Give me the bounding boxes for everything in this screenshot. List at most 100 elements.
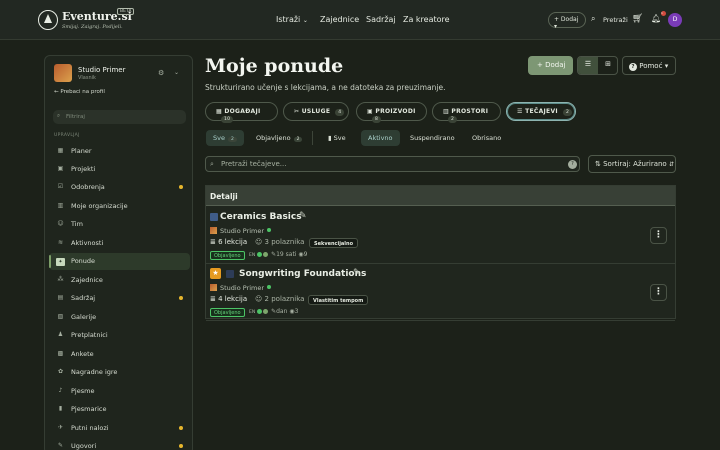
grid-view-icon[interactable]: ⊞ [598,57,618,74]
chevron-down-icon[interactable]: ⌄ [174,69,179,76]
filter-obrisano[interactable]: Obrisano [465,130,508,146]
sidebar-item-putni-nalozi[interactable]: ✈ Putni nalozi [49,420,190,437]
sidebar-item-nagradne-igre[interactable]: ✿ Nagradne igre [49,364,190,381]
gear-icon[interactable]: ⚙ [158,69,164,77]
sidebar-item-zajednice[interactable]: ⁂ Zajednice [49,272,190,289]
content-icon: ▤ [57,294,64,301]
top-header: Eventure.si BETA Smijaj. Zaigraj. Podije… [0,0,720,40]
edit-icon[interactable]: ✎ [353,268,361,278]
cart-icon[interactable]: 🛒︎ [632,14,643,24]
filter-objavljeno[interactable]: Objavljeno 2 [249,130,309,146]
calendar-icon: ▦ [216,108,222,115]
row-menu-button[interactable]: ⋮ [650,227,667,244]
sidebar-item-galerije[interactable]: ▧ Galerije [49,309,190,326]
course-stats: EN ✎19 sati ◉9 [249,251,308,258]
sidebar-item-tim[interactable]: ☺ Tim [49,216,190,233]
nav-sadrzaj[interactable]: Sadržaj [366,15,396,24]
sidebar-item-sadrzaj[interactable]: ▤ Sadržaj [49,290,190,307]
plus-icon: + [537,61,543,69]
users-icon: ☺ [57,220,64,227]
sidebar-item-pjesmarice[interactable]: ▮ Pjesmarice [49,401,190,418]
bell-icon[interactable]: 🔔︎ [651,14,661,23]
sort-button[interactable]: ⇅ Sortiraj: Ažurirano ⇵ [588,155,676,173]
table-row[interactable]: ★ Songwriting Foundations ✎ Studio Prime… [206,264,675,321]
help-icon[interactable]: ? [568,160,577,169]
header-add-button[interactable]: + Dodaj ▾ [548,12,586,30]
status-dot-icon [257,309,263,314]
search-icon[interactable]: ⌕ [591,14,595,24]
filter-divider [312,131,313,145]
category-dogadaji[interactable]: ▦ DOGAĐAJI10 [205,102,278,123]
header-search-button[interactable]: Pretraži [603,16,628,24]
attention-dot [179,185,183,189]
course-stats: EN ✎dan ◉3 [249,308,299,315]
switch-profile-link[interactable]: ← Prebaci na profil [54,89,105,95]
studio-avatar [210,227,217,234]
beta-badge: BETA [117,8,135,15]
table-header: Detalji [206,186,675,206]
edit-icon[interactable]: ✎ [299,211,307,221]
travel-icon: ✈ [57,424,64,431]
online-indicator [267,228,272,232]
sidebar: Studio Primer Vlasnik ⚙ ⌄ ← Prebaci na p… [44,55,193,450]
nav-istrazi[interactable]: Istraži ⌄ [276,15,308,24]
sidebar-item-ugovori[interactable]: ✎ Ugovori [49,438,190,450]
filter-aktivno[interactable]: Aktivno [361,130,400,146]
sidebar-section-label: UPRAVLJAJ [54,133,80,138]
help-icon: ? [629,63,637,71]
row-menu-button[interactable]: ⋮ [650,284,667,301]
sidebar-item-ponude[interactable]: ✦ Ponude [49,253,190,270]
category-proizvodi[interactable]: ▣ PROIZVODI8 [356,102,427,123]
page-subtitle: Strukturirano učenje s lekcijama, a ne d… [205,83,446,92]
list-view-icon[interactable]: ☰ [578,57,598,74]
logo-icon[interactable] [38,10,58,30]
participants-count: ☺ 2 polaznika [255,295,305,303]
sidebar-item-aktivnosti[interactable]: ≋ Aktivnosti [49,235,190,252]
notification-badge: 1 [661,11,666,16]
sidebar-item-moje-organizacije[interactable]: ▥ Moje organizacije [49,198,190,215]
sidebar-item-pretplatnici[interactable]: ♟ Pretplatnici [49,327,190,344]
course-title[interactable]: Ceramics Basics [220,212,302,222]
course-title[interactable]: Songwriting Foundations [239,269,366,279]
view-toggle: ☰ ⊞ [577,56,618,75]
category-tecajevi[interactable]: ☰ TEČAJEVI 2 [506,102,576,121]
filter-sve-status[interactable]: Sve 2 [206,130,244,146]
course-owner[interactable]: Studio Primer [210,227,272,235]
filter-suspendirano[interactable]: Suspendirano [403,130,462,146]
status-badge: Objavljeno [210,308,245,317]
category-usluge[interactable]: ✂ USLUGE 4 [283,102,349,121]
box-icon: ▣ [367,108,373,115]
chevron-down-icon: ⌄ [302,17,308,24]
nav-za-kreatore[interactable]: Za kreatore [403,15,450,24]
help-button[interactable]: ? Pomoć ▾ [622,56,676,75]
gift-icon: ✿ [57,368,64,375]
course-owner[interactable]: Studio Primer [210,284,272,292]
star-icon: ★ [210,268,221,279]
sidebar-item-pjesme[interactable]: ♪ Pjesme [49,383,190,400]
studio-name: Studio Primer [78,66,126,74]
sidebar-item-projekti[interactable]: ▣ Projekti [49,161,190,178]
caret-down-icon: ▾ [664,62,669,70]
book-icon: ▮ [58,405,63,412]
community-icon: ⁂ [57,276,64,283]
layers-icon: ≣ [210,295,216,303]
add-offer-button[interactable]: + Dodaj [528,56,573,75]
filter-sve-state[interactable]: ▮ Sve [321,130,353,146]
attention-dot [179,296,183,300]
avatar[interactable]: D [668,13,682,27]
nav-zajednice[interactable]: Zajednice [320,15,359,24]
category-prostori[interactable]: ▥ PROSTORI2 [432,102,501,123]
online-indicator [267,285,272,289]
course-search-input[interactable]: ⌕ Pretraži tečajeve... ? [205,156,580,172]
brand-tagline: Smijaj. Zaigraj. Podijeli. [62,24,123,30]
sidebar-item-planer[interactable]: ▦ Planer [49,143,190,160]
sidebar-filter-input[interactable]: ⌕ Filtriraj [53,110,186,124]
sidebar-item-ankete[interactable]: ▩ Ankete [49,346,190,363]
arrow-left-icon: ← [54,89,59,95]
course-icon: ☰ [517,108,523,115]
status-dot-icon [263,309,269,314]
table-row[interactable]: Ceramics Basics ✎ Studio Primer ≣ 6 lekc… [206,207,675,264]
tag-icon: ✦ [56,258,65,266]
studio-avatar [54,64,72,82]
sidebar-item-odobrenja[interactable]: ☑ Odobrenja [49,179,190,196]
